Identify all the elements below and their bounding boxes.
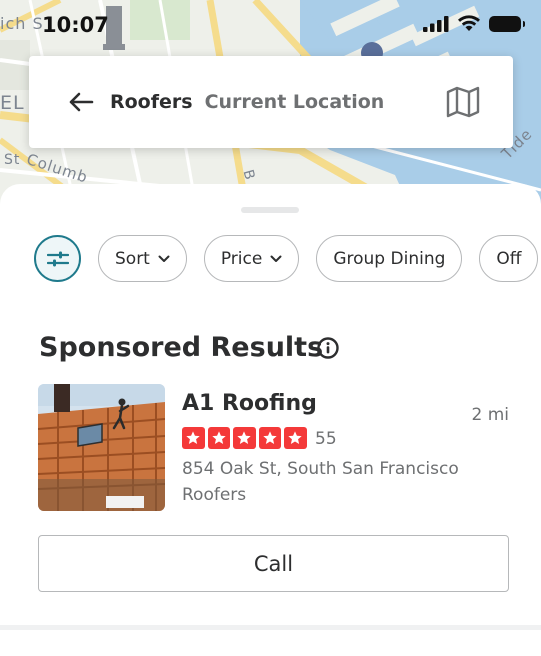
chip-label: Group Dining (333, 248, 446, 269)
chevron-down-icon (270, 255, 282, 263)
group-dining-filter-chip[interactable]: Group Dining (316, 235, 463, 282)
search-header: Roofers Current Location (29, 56, 513, 148)
review-count: 55 (315, 429, 337, 449)
chip-label: Off (496, 248, 522, 269)
star-icon (258, 427, 281, 449)
star-icon (284, 427, 307, 449)
call-button[interactable]: Call (38, 535, 509, 592)
chip-label: Sort (115, 248, 150, 269)
search-query[interactable]: Roofers (110, 91, 193, 113)
map-view-button[interactable] (445, 84, 481, 120)
arrow-left-icon (69, 92, 94, 112)
filters-button[interactable] (34, 235, 81, 282)
info-icon[interactable] (316, 336, 340, 360)
sort-filter-chip[interactable]: Sort (98, 235, 187, 282)
chevron-down-icon (158, 255, 170, 263)
filter-bar: Sort Price Group Dining Off (34, 235, 539, 282)
back-button[interactable] (61, 82, 101, 122)
drag-handle[interactable] (241, 207, 299, 213)
cellular-signal-icon (423, 15, 449, 32)
star-icon (207, 427, 230, 449)
star-rating (182, 427, 307, 449)
search-location[interactable]: Current Location (205, 91, 385, 113)
status-time: 10:07 (42, 13, 109, 37)
roof-photo-image (38, 384, 165, 511)
map-label-street-2: St (4, 152, 21, 168)
battery-icon (489, 15, 525, 32)
star-icon (233, 427, 256, 449)
map-label-district: EL (0, 92, 25, 114)
star-icon (182, 427, 205, 449)
map-icon (446, 86, 480, 118)
price-filter-chip[interactable]: Price (203, 235, 300, 282)
business-category: Roofers (182, 485, 247, 505)
business-distance: 2 mi (471, 405, 509, 425)
section-divider (0, 625, 541, 630)
business-address: 854 Oak St, South San Francisco (182, 459, 459, 479)
sliders-icon (46, 251, 69, 266)
wifi-icon (458, 15, 480, 31)
section-title: Sponsored Results (39, 332, 324, 363)
offers-filter-chip[interactable]: Off (479, 235, 539, 282)
business-photo[interactable] (38, 384, 165, 511)
chip-label: Price (220, 248, 263, 269)
business-name[interactable]: A1 Roofing (182, 391, 317, 416)
status-icons (423, 15, 525, 32)
map-label-street-1: ich S (0, 14, 44, 33)
results-sheet: Sort Price Group Dining Off Sponsored Re… (0, 184, 541, 656)
